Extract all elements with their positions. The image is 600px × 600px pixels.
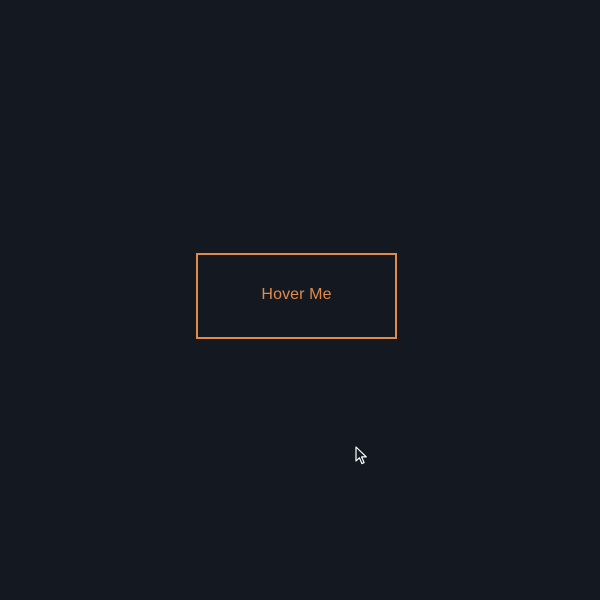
page-canvas: Hover Me xyxy=(0,0,600,600)
hover-me-button[interactable]: Hover Me xyxy=(196,253,397,339)
hover-me-button-label: Hover Me xyxy=(261,286,332,303)
mouse-pointer-icon xyxy=(355,446,367,465)
